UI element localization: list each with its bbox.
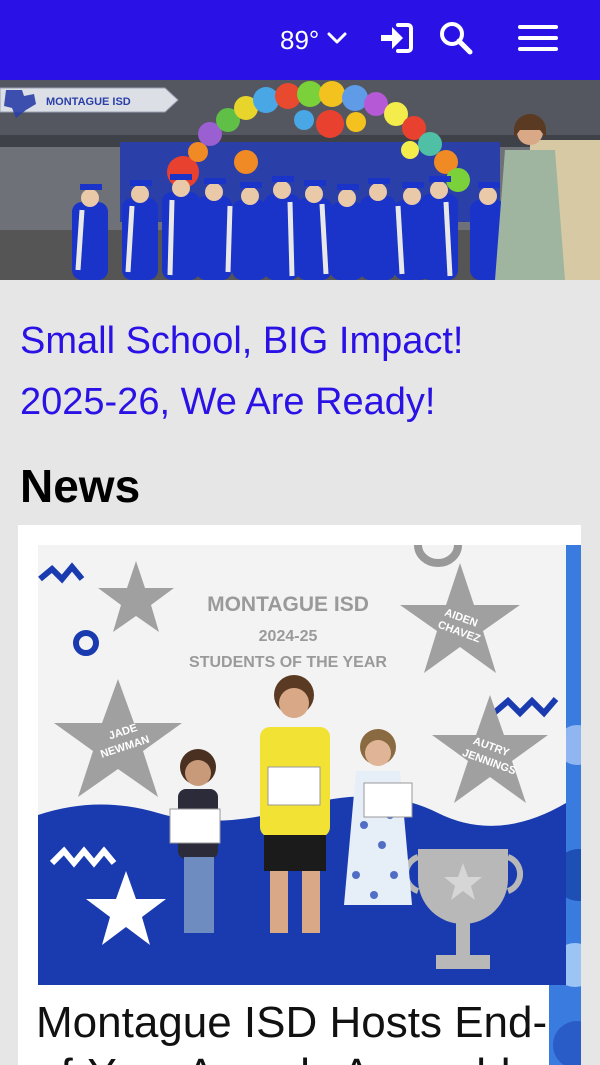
weather-widget[interactable]: 89° [280, 22, 347, 58]
news-card-title-line-1: Montague ISD Hosts End- [36, 998, 548, 1047]
tagline-line-2: 2025-26, We Are Ready! [20, 381, 436, 423]
news-card-title-line-2: of-Year Awards Assembly [36, 1049, 558, 1065]
tagline-line-1: Small School, BIG Impact! [20, 320, 464, 362]
news-heading: News [20, 460, 141, 512]
news-card-image[interactable]: MONTAGUE ISD 2024-25 STUDENTS OF THE YEA… [38, 545, 566, 985]
image-year-text: 2024-25 [259, 628, 318, 645]
news-card-title[interactable]: Montague ISD Hosts End- of-Year Awards A… [36, 997, 558, 1065]
search-button[interactable] [436, 20, 476, 60]
hero-photo: MONTAGUE ISD [0, 80, 600, 280]
sign-in-button[interactable] [376, 20, 416, 60]
hero-logo-text: MONTAGUE ISD [46, 96, 131, 108]
image-org-text: MONTAGUE ISD [207, 593, 369, 616]
top-navigation-bar: 89° [0, 0, 600, 80]
sign-in-icon [378, 20, 414, 61]
news-card[interactable]: MONTAGUE ISD 2024-25 STUDENTS OF THE YEA… [18, 525, 581, 1065]
chevron-down-icon [327, 31, 347, 50]
tagline: Small School, BIG Impact! 2025-26, We Ar… [20, 311, 580, 433]
hamburger-menu-icon [516, 22, 560, 59]
main-menu-button[interactable] [514, 20, 562, 60]
weather-temperature: 89° [280, 25, 320, 55]
image-subtitle-text: STUDENTS OF THE YEAR [189, 654, 387, 671]
search-icon [438, 20, 474, 61]
